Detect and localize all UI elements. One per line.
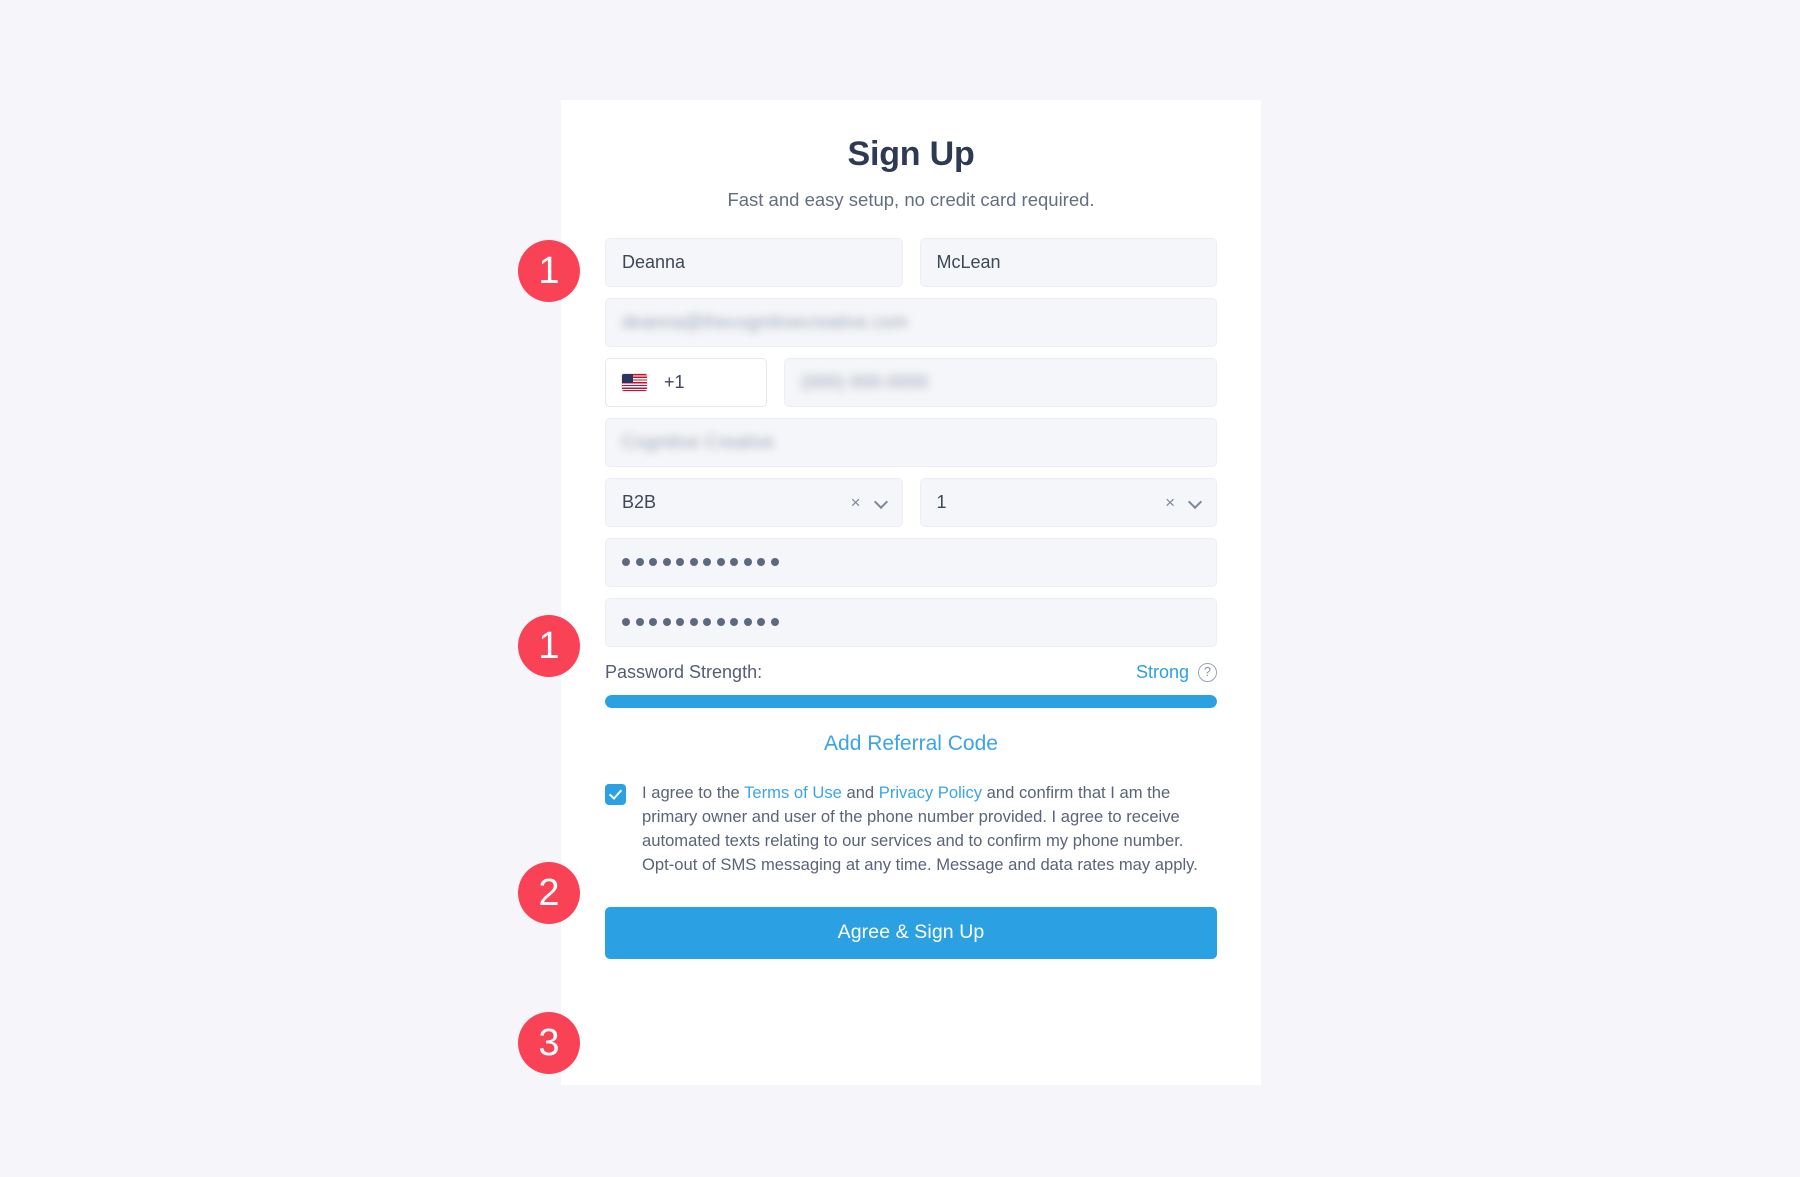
step-badge-1-top: 1	[518, 240, 580, 302]
privacy-policy-link[interactable]: Privacy Policy	[879, 783, 982, 802]
phone-value: (000) 000-0000	[801, 371, 929, 392]
company-value: Cognitive Creative	[622, 431, 775, 452]
password-strength-bar	[605, 694, 1217, 708]
select-row: B2B × 1 ×	[605, 477, 1217, 527]
step-badge-2: 2	[518, 862, 580, 924]
page-subtitle: Fast and easy setup, no credit card requ…	[727, 188, 1095, 210]
confirm-password-field[interactable]	[605, 597, 1217, 647]
consent-row: I agree to the Terms of Use and Privacy …	[605, 781, 1217, 878]
password-strength-row: Password Strength: Strong ?	[605, 662, 1217, 683]
country-code-selector[interactable]: +1	[605, 357, 767, 407]
close-icon[interactable]: ×	[851, 494, 861, 511]
name-row: Deanna McLean	[605, 237, 1217, 287]
password-strength-label: Password Strength:	[605, 661, 763, 682]
password-field[interactable]	[605, 537, 1217, 587]
password-strength-value: Strong	[1135, 661, 1189, 682]
company-row: Cognitive Creative	[605, 417, 1217, 467]
email-value: deanna@thecognitivecreative.com	[622, 311, 908, 332]
country-code-value: +1	[664, 371, 685, 392]
confirm-password-row	[605, 597, 1217, 647]
terms-of-use-link[interactable]: Terms of Use	[744, 783, 842, 802]
phone-row: +1 (000) 000-0000	[605, 357, 1217, 407]
signup-card: Sign Up Fast and easy setup, no credit c…	[561, 100, 1261, 1085]
first-name-value: Deanna	[622, 251, 686, 272]
consent-checkbox[interactable]	[605, 783, 626, 805]
first-name-field[interactable]: Deanna	[605, 237, 903, 287]
last-name-value: McLean	[936, 251, 1001, 272]
last-name-field[interactable]: McLean	[919, 237, 1217, 287]
page-title: Sign Up	[847, 135, 975, 173]
password-row	[605, 537, 1217, 587]
business-type-select[interactable]: B2B ×	[605, 477, 903, 527]
email-row: deanna@thecognitivecreative.com	[605, 297, 1217, 347]
business-type-value: B2B	[622, 491, 657, 512]
signup-form: Deanna McLean deanna@thecognitivecreativ…	[605, 237, 1217, 959]
question-mark-icon[interactable]: ?	[1198, 662, 1217, 682]
email-field[interactable]: deanna@thecognitivecreative.com	[605, 297, 1217, 347]
team-size-value: 1	[936, 491, 947, 512]
agree-and-sign-up-button[interactable]: Agree & Sign Up	[605, 906, 1217, 959]
step-badge-3: 3	[518, 1012, 580, 1074]
us-flag-icon	[622, 373, 647, 391]
company-field[interactable]: Cognitive Creative	[605, 417, 1217, 467]
add-referral-code-link[interactable]: Add Referral Code	[605, 732, 1217, 756]
team-size-select[interactable]: 1 ×	[919, 477, 1217, 527]
password-masked-value	[622, 558, 779, 567]
chevron-down-icon[interactable]	[1189, 496, 1202, 509]
consent-text-part-2: and	[841, 782, 879, 802]
phone-field[interactable]: (000) 000-0000	[784, 357, 1217, 407]
password-strength-fill	[605, 694, 1217, 708]
chevron-down-icon[interactable]	[875, 496, 888, 509]
signup-page: Sign Up Fast and easy setup, no credit c…	[0, 0, 1800, 1177]
confirm-password-masked-value	[622, 618, 779, 627]
consent-text: I agree to the Terms of Use and Privacy …	[642, 781, 1217, 878]
consent-text-part-1: I agree to the	[642, 782, 745, 802]
step-badge-1-bottom: 1	[518, 615, 580, 677]
close-icon[interactable]: ×	[1165, 494, 1175, 511]
